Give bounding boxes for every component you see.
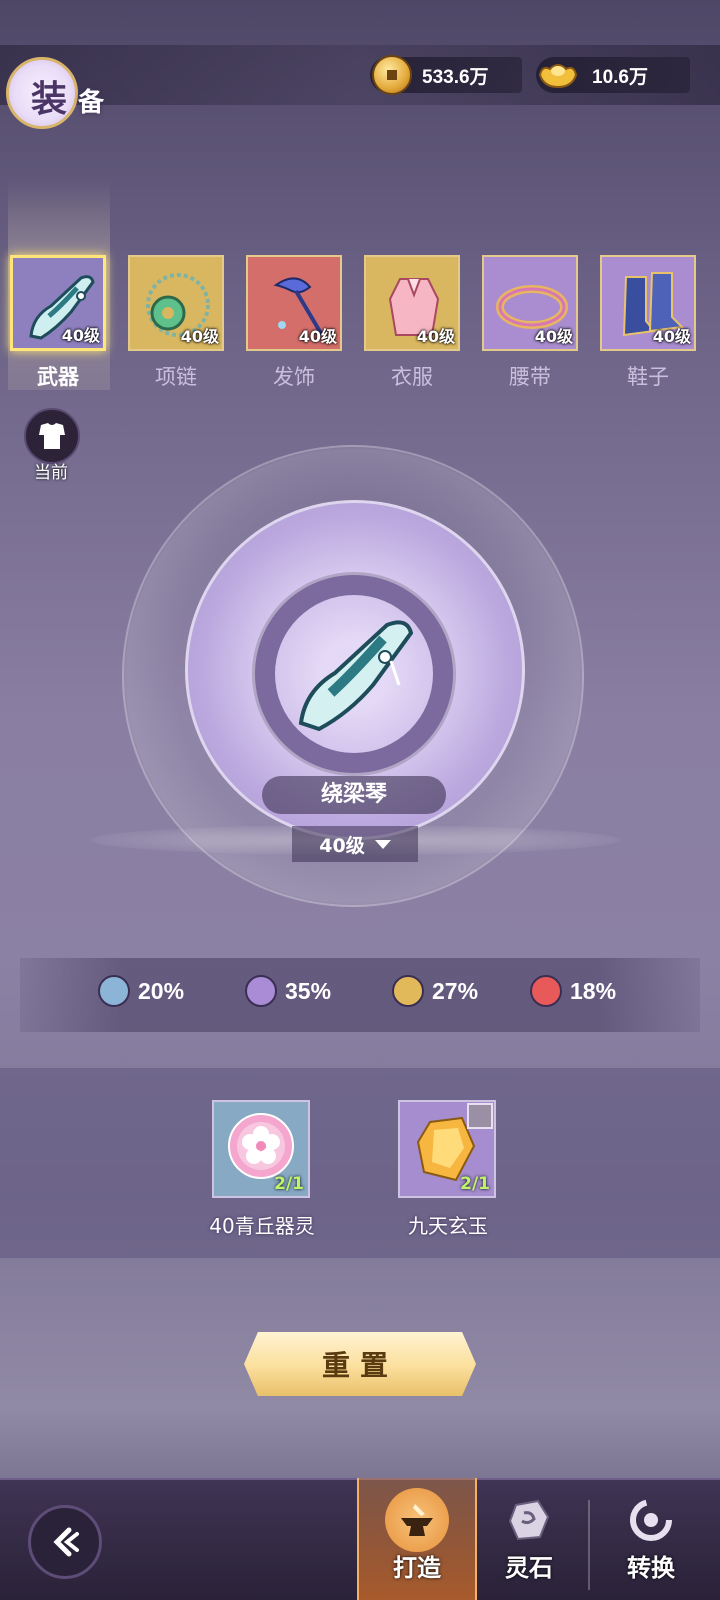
- tab-level: 40级: [180, 327, 219, 346]
- material-count: 2/1: [460, 1174, 490, 1194]
- nav-divider: [588, 1500, 590, 1590]
- tab-clothes[interactable]: 40级 衣服: [364, 255, 464, 391]
- current-equipment-button[interactable]: 当前: [24, 408, 84, 488]
- level-dropdown-value: 40级: [319, 834, 365, 857]
- tab-weapon[interactable]: 40级 武器: [10, 255, 110, 391]
- nav-convert[interactable]: 转换: [596, 1488, 706, 1583]
- item-display: [275, 595, 433, 753]
- tab-label: 项链: [155, 365, 197, 389]
- gold-quality-icon: [392, 975, 424, 1007]
- quality-odds-blue: 20%: [98, 975, 184, 1007]
- tab-card: 40级: [482, 255, 578, 351]
- gold-ingot-icon: [538, 64, 578, 89]
- blue-quality-icon: [98, 975, 130, 1007]
- nav-label: 转换: [627, 1554, 675, 1582]
- tab-shoes[interactable]: 40级 鞋子: [600, 255, 700, 391]
- page-title-main: 装: [31, 78, 68, 120]
- tab-label: 鞋子: [627, 365, 669, 389]
- ingot-counter[interactable]: 10.6万: [536, 57, 690, 93]
- odds-value: 20%: [138, 977, 185, 1004]
- nav-spirit-stone[interactable]: 灵石: [474, 1488, 584, 1583]
- material-slot: 2/1: [398, 1100, 496, 1198]
- coin-icon: [372, 55, 412, 95]
- quality-odds-purple: 35%: [245, 975, 331, 1007]
- nav-forge[interactable]: 打造: [362, 1488, 472, 1583]
- tab-label: 衣服: [391, 365, 433, 389]
- odds-value: 27%: [432, 977, 479, 1004]
- tab-card: 40级: [10, 255, 106, 351]
- convert-swirl-icon: [619, 1488, 683, 1552]
- chevron-down-icon: [374, 839, 391, 849]
- coin-value: 533.6万: [422, 66, 489, 88]
- tab-card: 40级: [128, 255, 224, 351]
- armor-icon: [24, 408, 80, 464]
- material-name: 40青丘器灵: [209, 1214, 315, 1238]
- tab-label: 武器: [37, 365, 79, 389]
- material-count: 2/1: [274, 1174, 304, 1194]
- tab-label: 发饰: [273, 365, 315, 389]
- nav-label: 打造: [393, 1554, 441, 1582]
- tab-belt[interactable]: 40级 腰带: [482, 255, 582, 391]
- tab-level: 40级: [298, 327, 337, 346]
- quality-odds-red: 18%: [530, 975, 616, 1007]
- material-slot: 2/1: [212, 1100, 310, 1198]
- current-label: 当前: [34, 463, 68, 483]
- material-item[interactable]: 2/1 40青丘器灵: [209, 1100, 315, 1238]
- red-quality-icon: [530, 975, 562, 1007]
- spirit-stone-icon: [497, 1488, 561, 1552]
- quality-odds-gold: 27%: [392, 975, 478, 1007]
- tab-level: 40级: [652, 327, 691, 346]
- tab-card: 40级: [600, 255, 696, 351]
- materials-panel: [0, 1068, 720, 1258]
- level-dropdown[interactable]: 40级: [292, 826, 418, 862]
- coin-counter[interactable]: 533.6万: [370, 55, 522, 95]
- material-item[interactable]: 2/1 九天玄玉: [398, 1100, 498, 1238]
- nav-label: 灵石: [505, 1554, 553, 1582]
- anvil-icon: [385, 1488, 449, 1552]
- odds-value: 35%: [285, 977, 332, 1004]
- guqin-weapon-icon: [298, 620, 414, 732]
- tab-card: 40级: [246, 255, 342, 351]
- back-button[interactable]: [28, 1505, 102, 1579]
- reset-button[interactable]: 重置: [244, 1332, 476, 1396]
- purple-quality-icon: [245, 975, 277, 1007]
- material-name: 九天玄玉: [408, 1214, 488, 1238]
- tab-level: 40级: [534, 327, 573, 346]
- odds-value: 18%: [570, 977, 617, 1004]
- back-arrow-icon: [53, 1527, 79, 1557]
- tab-hair-ornament[interactable]: 40级 发饰: [246, 255, 346, 391]
- tab-level: 40级: [416, 327, 455, 346]
- tab-level: 40级: [61, 326, 100, 345]
- tab-card: 40级: [364, 255, 460, 351]
- item-name: 绕梁琴: [262, 776, 446, 814]
- tab-necklace[interactable]: 40级 项链: [128, 255, 228, 391]
- ingot-value: 10.6万: [592, 66, 648, 88]
- tab-label: 腰带: [509, 365, 551, 389]
- page-title-sub: 备: [78, 88, 105, 118]
